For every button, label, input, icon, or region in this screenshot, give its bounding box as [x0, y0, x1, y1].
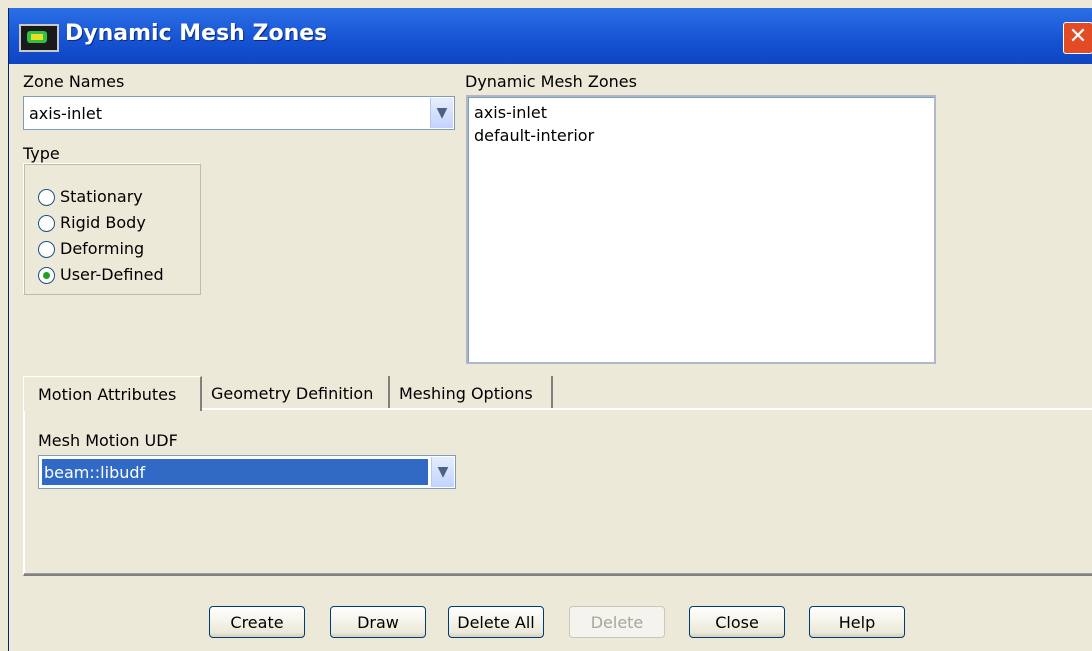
- radio-circle-icon: [38, 215, 55, 232]
- type-label: Type: [23, 144, 60, 163]
- motion-attributes-panel: Mesh Motion UDF beam::libudf ▼: [23, 408, 1092, 576]
- create-button[interactable]: Create: [209, 606, 305, 638]
- mesh-motion-udf-label: Mesh Motion UDF: [38, 431, 178, 450]
- draw-button[interactable]: Draw: [330, 606, 426, 638]
- mesh-motion-udf-value: beam::libudf: [44, 463, 146, 482]
- tab-motion-attributes[interactable]: Motion Attributes: [23, 376, 202, 411]
- mesh-motion-udf-dropdown[interactable]: beam::libudf ▼: [38, 455, 456, 489]
- delete-all-button[interactable]: Delete All: [448, 606, 544, 638]
- dynamic-mesh-zones-dialog: Dynamic Mesh Zones ✕ Zone Names axis-inl…: [8, 8, 1092, 651]
- window-title: Dynamic Mesh Zones: [65, 21, 328, 46]
- zone-names-label: Zone Names: [23, 72, 125, 91]
- dynamic-mesh-zones-list[interactable]: axis-inlet default-interior: [466, 95, 936, 364]
- tab-geometry-definition[interactable]: Geometry Definition: [203, 376, 390, 408]
- chevron-down-icon[interactable]: ▼: [431, 457, 454, 487]
- zone-names-dropdown[interactable]: axis-inlet ▼: [23, 96, 455, 130]
- list-item[interactable]: default-interior: [474, 126, 594, 145]
- close-button[interactable]: Close: [689, 606, 785, 638]
- tab-meshing-options[interactable]: Meshing Options: [391, 376, 553, 408]
- delete-button[interactable]: Delete: [569, 606, 665, 638]
- type-group: Stationary Rigid Body Deforming User-Def…: [23, 163, 201, 295]
- chevron-down-icon[interactable]: ▼: [430, 98, 453, 128]
- radio-circle-icon: [38, 189, 55, 206]
- close-window-icon[interactable]: ✕: [1063, 22, 1092, 54]
- radio-selected-icon: [38, 267, 55, 284]
- list-item[interactable]: axis-inlet: [474, 103, 547, 122]
- zone-names-value: axis-inlet: [29, 104, 102, 123]
- app-icon: [19, 24, 59, 52]
- dynamic-mesh-zones-label: Dynamic Mesh Zones: [465, 72, 637, 91]
- title-bar[interactable]: Dynamic Mesh Zones ✕: [9, 8, 1092, 64]
- radio-circle-icon: [38, 241, 55, 258]
- help-button[interactable]: Help: [809, 606, 905, 638]
